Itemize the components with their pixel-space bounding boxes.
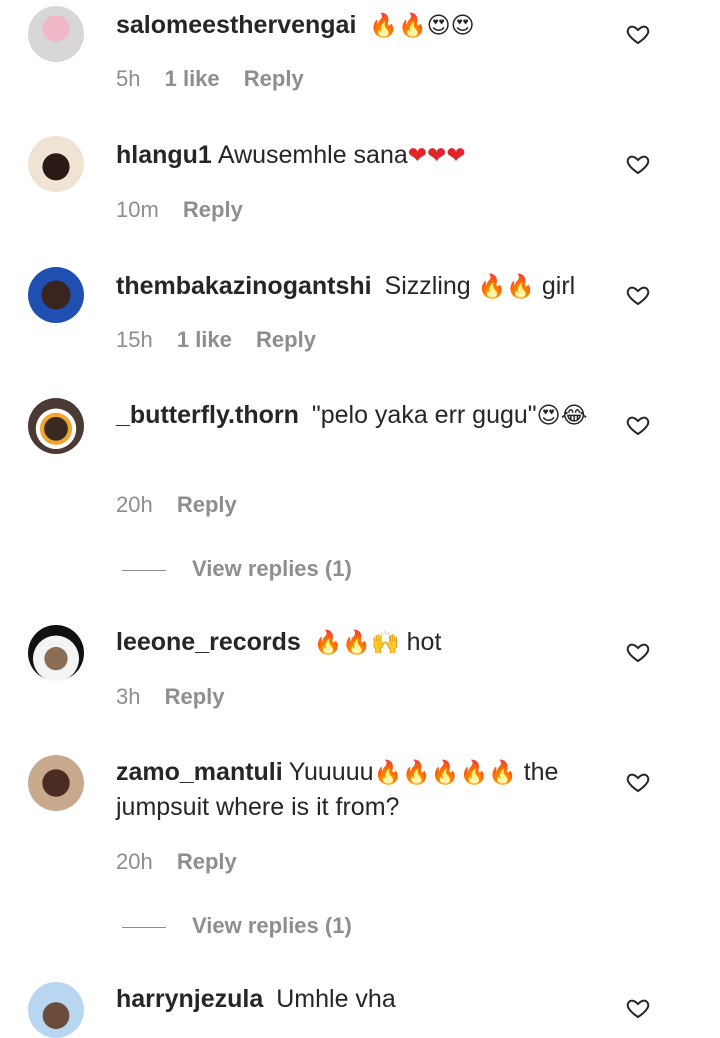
heart-icon[interactable]: [625, 996, 651, 1020]
comment-time: 20h: [116, 849, 153, 874]
comment-text-after: girl: [541, 272, 576, 300]
avatar[interactable]: [28, 625, 84, 681]
reply-button[interactable]: Reply: [256, 327, 316, 352]
reply-button[interactable]: Reply: [165, 684, 225, 709]
heart-icon[interactable]: [625, 283, 651, 307]
comment-text: Sizzling: [384, 272, 471, 300]
divider: [122, 569, 166, 571]
comment-emoji: ❤❤❤: [407, 143, 466, 169]
likes-count[interactable]: 1 like: [165, 66, 220, 91]
comment-time: 3h: [116, 684, 141, 709]
heart-icon[interactable]: [625, 770, 651, 794]
comment-time: 5h: [116, 66, 141, 91]
view-replies-button[interactable]: View replies (1): [122, 913, 352, 939]
username[interactable]: leeone_records: [116, 628, 301, 656]
view-replies-button[interactable]: View replies (1): [122, 556, 352, 582]
comment-time: 20h: [116, 492, 153, 517]
comment-emoji: 😍😂: [536, 403, 588, 429]
view-replies-label[interactable]: View replies (1): [192, 913, 352, 938]
heart-icon[interactable]: [625, 413, 651, 437]
avatar[interactable]: [28, 398, 84, 454]
heart-icon[interactable]: [625, 640, 651, 664]
likes-count[interactable]: 1 like: [177, 327, 232, 352]
comment-text: Yuuuuu: [288, 758, 374, 786]
username[interactable]: harrynjezula: [116, 985, 263, 1013]
avatar[interactable]: [28, 755, 84, 811]
avatar[interactable]: [28, 6, 84, 62]
comment-time: 15h: [116, 327, 153, 352]
comment-text: Umhle vha: [276, 985, 396, 1013]
comment-emoji: 🔥🔥😍😍: [369, 13, 475, 39]
comment-emoji: 🔥🔥🔥🔥🔥: [373, 760, 517, 786]
reply-button[interactable]: Reply: [244, 66, 304, 91]
avatar[interactable]: [28, 267, 84, 323]
comment-text-after: hot: [406, 628, 442, 656]
comment-emoji: 🔥🔥: [477, 274, 535, 300]
comment-text: "pelo yaka err gugu": [311, 401, 537, 429]
comment-emoji: 🔥🔥🙌: [313, 630, 400, 656]
avatar[interactable]: [28, 982, 84, 1038]
username[interactable]: zamo_mantuli: [116, 758, 283, 786]
heart-icon[interactable]: [625, 22, 651, 46]
username[interactable]: hlangu1: [116, 141, 212, 169]
username[interactable]: thembakazinogantshi: [116, 272, 372, 300]
reply-button[interactable]: Reply: [177, 849, 237, 874]
comment-time: 10m: [116, 197, 159, 222]
reply-button[interactable]: Reply: [177, 492, 237, 517]
reply-button[interactable]: Reply: [183, 197, 243, 222]
comment-text: Awusemhle sana: [217, 141, 408, 169]
username[interactable]: _butterfly.thorn: [116, 401, 299, 429]
view-replies-label[interactable]: View replies (1): [192, 556, 352, 581]
username[interactable]: salomeesthervengai: [116, 11, 356, 39]
divider: [122, 926, 166, 928]
heart-icon[interactable]: [625, 152, 651, 176]
avatar[interactable]: [28, 136, 84, 192]
